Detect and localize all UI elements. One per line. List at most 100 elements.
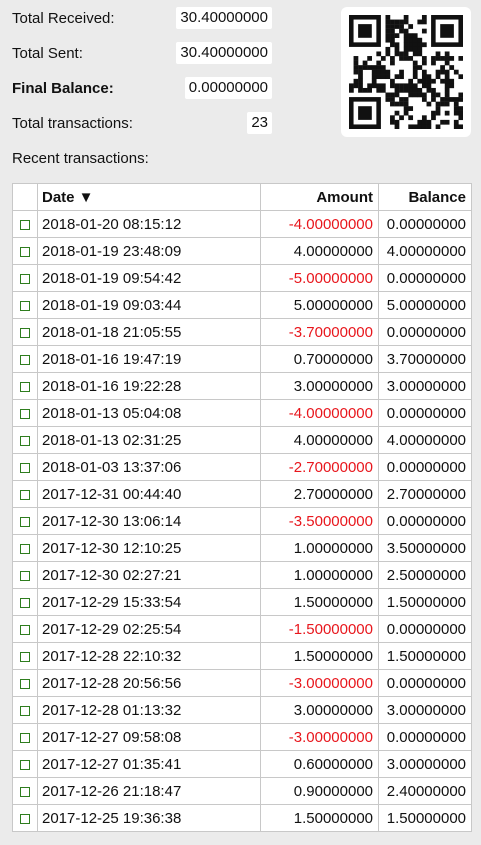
transaction-balance: 0.00000000	[378, 264, 472, 292]
date-column-header[interactable]: Date ▼	[37, 183, 261, 211]
table-row[interactable]: 2017-12-28 22:10:32 1.50000000 1.50000000	[12, 642, 472, 670]
row-marker-cell	[12, 777, 38, 805]
table-row[interactable]: 2018-01-19 09:03:44 5.00000000 5.00000000	[12, 291, 472, 319]
transaction-balance: 1.50000000	[378, 804, 472, 832]
amount-column-header[interactable]: Amount	[260, 183, 379, 211]
checkbox-icon[interactable]	[20, 462, 30, 473]
total-sent-row: Total Sent: 30.40000000	[12, 42, 272, 77]
transaction-balance: 2.50000000	[378, 561, 472, 589]
row-marker-cell	[12, 426, 38, 454]
transaction-balance: 1.50000000	[378, 588, 472, 616]
table-row[interactable]: 2017-12-28 01:13:32 3.00000000 3.00000000	[12, 696, 472, 724]
table-row[interactable]: 2017-12-31 00:44:40 2.70000000 2.70000000	[12, 480, 472, 508]
checkbox-icon[interactable]	[20, 570, 30, 581]
transaction-balance: 0.00000000	[378, 210, 472, 238]
checkbox-icon[interactable]	[20, 597, 30, 608]
transaction-date: 2018-01-16 19:22:28	[37, 372, 261, 400]
transaction-date: 2017-12-25 19:36:38	[37, 804, 261, 832]
checkbox-icon[interactable]	[20, 516, 30, 527]
header-checkbox-column	[12, 183, 38, 211]
table-row[interactable]: 2018-01-20 08:15:12 -4.00000000 0.00000000	[12, 210, 472, 238]
transaction-date: 2017-12-29 15:33:54	[37, 588, 261, 616]
transaction-date: 2018-01-18 21:05:55	[37, 318, 261, 346]
transaction-date: 2017-12-27 09:58:08	[37, 723, 261, 751]
qr-code-icon	[349, 15, 463, 129]
recent-transactions-label: Recent transactions:	[12, 150, 149, 167]
table-row[interactable]: 2018-01-19 23:48:09 4.00000000 4.00000000	[12, 237, 472, 265]
checkbox-icon[interactable]	[20, 408, 30, 419]
transaction-amount: -3.00000000	[260, 723, 379, 751]
checkbox-icon[interactable]	[20, 705, 30, 716]
transaction-balance: 2.40000000	[378, 777, 472, 805]
table-row[interactable]: 2017-12-25 19:36:38 1.50000000 1.50000000	[12, 804, 472, 832]
table-row[interactable]: 2018-01-19 09:54:42 -5.00000000 0.00000000	[12, 264, 472, 292]
total-received-label: Total Received:	[12, 10, 115, 27]
table-row[interactable]: 2018-01-13 02:31:25 4.00000000 4.00000000	[12, 426, 472, 454]
table-row[interactable]: 2017-12-29 15:33:54 1.50000000 1.50000000	[12, 588, 472, 616]
transaction-amount: 1.00000000	[260, 561, 379, 589]
transaction-amount: -1.50000000	[260, 615, 379, 643]
row-marker-cell	[12, 750, 38, 778]
final-balance-row: Final Balance: 0.00000000	[12, 77, 272, 112]
table-row[interactable]: 2018-01-18 21:05:55 -3.70000000 0.00000000	[12, 318, 472, 346]
checkbox-icon[interactable]	[20, 381, 30, 392]
transaction-balance: 3.00000000	[378, 696, 472, 724]
transaction-date: 2018-01-13 02:31:25	[37, 426, 261, 454]
table-row[interactable]: 2017-12-30 13:06:14 -3.50000000 0.00000000	[12, 507, 472, 535]
transaction-balance: 5.00000000	[378, 291, 472, 319]
checkbox-icon[interactable]	[20, 678, 30, 689]
total-sent-value: 30.40000000	[176, 42, 272, 64]
transactions-table: Date ▼ Amount Balance 2018-01-20 08:15:1…	[12, 183, 472, 832]
transaction-date: 2018-01-16 19:47:19	[37, 345, 261, 373]
transaction-amount: -4.00000000	[260, 399, 379, 427]
table-row[interactable]: 2018-01-16 19:47:19 0.70000000 3.70000000	[12, 345, 472, 373]
checkbox-icon[interactable]	[20, 327, 30, 338]
checkbox-icon[interactable]	[20, 624, 30, 635]
checkbox-icon[interactable]	[20, 219, 30, 230]
table-row[interactable]: 2017-12-26 21:18:47 0.90000000 2.40000000	[12, 777, 472, 805]
checkbox-icon[interactable]	[20, 489, 30, 500]
qr-code	[341, 7, 471, 137]
checkbox-icon[interactable]	[20, 354, 30, 365]
row-marker-cell	[12, 264, 38, 292]
checkbox-icon[interactable]	[20, 732, 30, 743]
balance-summary: Total Received: 30.40000000 Total Sent: …	[12, 7, 272, 147]
transaction-date: 2018-01-19 23:48:09	[37, 237, 261, 265]
checkbox-icon[interactable]	[20, 300, 30, 311]
table-row[interactable]: 2018-01-03 13:37:06 -2.70000000 0.00000000	[12, 453, 472, 481]
table-row[interactable]: 2017-12-30 12:10:25 1.00000000 3.50000000	[12, 534, 472, 562]
row-marker-cell	[12, 345, 38, 373]
table-row[interactable]: 2017-12-27 01:35:41 0.60000000 3.00000000	[12, 750, 472, 778]
total-sent-label: Total Sent:	[12, 45, 83, 62]
checkbox-icon[interactable]	[20, 246, 30, 257]
transaction-balance: 0.00000000	[378, 669, 472, 697]
balance-column-header[interactable]: Balance	[378, 183, 472, 211]
row-marker-cell	[12, 399, 38, 427]
checkbox-icon[interactable]	[20, 651, 30, 662]
transaction-date: 2017-12-29 02:25:54	[37, 615, 261, 643]
checkbox-icon[interactable]	[20, 786, 30, 797]
row-marker-cell	[12, 210, 38, 238]
table-header-row: Date ▼ Amount Balance	[12, 183, 472, 211]
checkbox-icon[interactable]	[20, 543, 30, 554]
total-transactions-value: 23	[247, 112, 272, 134]
checkbox-icon[interactable]	[20, 813, 30, 824]
transaction-balance: 0.00000000	[378, 399, 472, 427]
table-row[interactable]: 2017-12-28 20:56:56 -3.00000000 0.00000000	[12, 669, 472, 697]
transaction-amount: -2.70000000	[260, 453, 379, 481]
row-marker-cell	[12, 372, 38, 400]
checkbox-icon[interactable]	[20, 759, 30, 770]
table-row[interactable]: 2017-12-29 02:25:54 -1.50000000 0.00000000	[12, 615, 472, 643]
checkbox-icon[interactable]	[20, 273, 30, 284]
transaction-balance: 4.00000000	[378, 237, 472, 265]
row-marker-cell	[12, 507, 38, 535]
checkbox-icon[interactable]	[20, 435, 30, 446]
transaction-amount: 0.70000000	[260, 345, 379, 373]
row-marker-cell	[12, 804, 38, 832]
table-row[interactable]: 2018-01-13 05:04:08 -4.00000000 0.00000000	[12, 399, 472, 427]
table-row[interactable]: 2017-12-30 02:27:21 1.00000000 2.50000000	[12, 561, 472, 589]
table-row[interactable]: 2018-01-16 19:22:28 3.00000000 3.00000000	[12, 372, 472, 400]
transaction-balance: 3.70000000	[378, 345, 472, 373]
final-balance-value: 0.00000000	[184, 77, 272, 99]
table-row[interactable]: 2017-12-27 09:58:08 -3.00000000 0.00000000	[12, 723, 472, 751]
